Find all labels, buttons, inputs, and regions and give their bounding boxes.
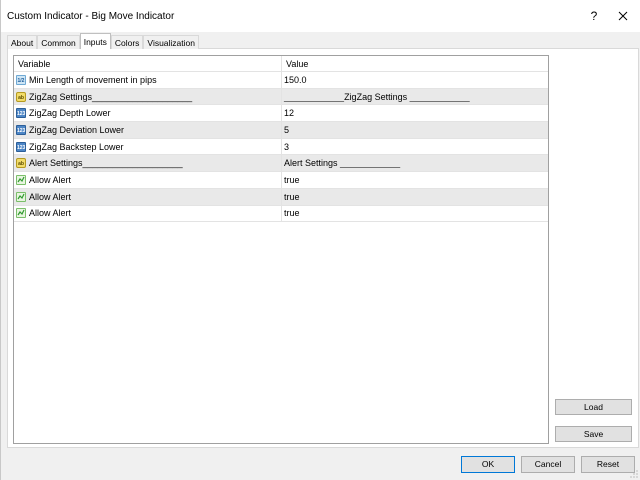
inputs-grid[interactable]: Variable Value 1/2 Min Length of movemen… <box>13 55 549 444</box>
string-icon: ab <box>16 158 26 169</box>
window-title: Custom Indicator - Big Move Indicator <box>7 11 175 22</box>
variable-value[interactable]: 150.0 <box>282 75 548 85</box>
help-button[interactable]: ? <box>585 6 603 26</box>
table-row[interactable]: 123 ZigZag Deviation Lower 5 <box>14 122 548 139</box>
table-row[interactable]: Allow Alert true <box>14 172 548 189</box>
table-row[interactable]: 123 ZigZag Backstep Lower 3 <box>14 138 548 156</box>
variable-value[interactable]: true <box>282 175 548 185</box>
tab-visualization[interactable]: Visualization <box>143 35 199 49</box>
tab-about[interactable]: About <box>7 35 38 49</box>
boolean-icon <box>16 208 26 219</box>
tab-inputs[interactable]: Inputs <box>79 33 111 49</box>
tab-bar: About Common Inputs Colors Visualization <box>7 33 199 49</box>
title-bar[interactable]: Custom Indicator - Big Move Indicator ? <box>1 0 640 32</box>
variable-value[interactable]: Alert Settings ____________ <box>282 158 548 168</box>
table-row[interactable]: 123 ZigZag Depth Lower 12 <box>14 105 548 123</box>
variable-name: ZigZag Settings____________________ <box>29 91 193 102</box>
boolean-icon <box>16 191 26 202</box>
save-button[interactable]: Save <box>555 426 632 442</box>
variable-name: ZigZag Depth Lower <box>29 108 111 119</box>
variable-name: Alert Settings____________________ <box>29 158 183 169</box>
close-icon <box>618 11 628 21</box>
variable-value[interactable]: true <box>282 192 548 202</box>
variable-value[interactable]: true <box>282 208 548 218</box>
variable-value[interactable]: 5 <box>282 125 548 135</box>
boolean-icon <box>16 174 26 185</box>
number-icon: 1/2 <box>16 74 26 85</box>
integer-icon: 123 <box>16 108 26 119</box>
variable-value[interactable]: ____________ZigZag Settings ____________ <box>282 92 548 102</box>
table-row[interactable]: Allow Alert true <box>14 205 548 223</box>
table-row[interactable]: 1/2 Min Length of movement in pips 150.0 <box>14 72 548 89</box>
integer-icon: 123 <box>16 124 26 135</box>
ok-button[interactable]: OK <box>461 456 515 473</box>
table-row[interactable]: ab ZigZag Settings____________________ _… <box>14 88 548 106</box>
table-row[interactable]: ab Alert Settings____________________ Al… <box>14 155 548 173</box>
column-header-value[interactable]: Value <box>282 59 548 69</box>
resize-grip-icon[interactable] <box>630 470 638 478</box>
integer-icon: 123 <box>16 141 26 152</box>
variable-name: ZigZag Backstep Lower <box>29 141 124 152</box>
tab-common[interactable]: Common <box>37 35 80 49</box>
grid-header-row: Variable Value <box>14 56 548 72</box>
reset-button[interactable]: Reset <box>581 456 635 473</box>
string-icon: ab <box>16 91 26 102</box>
variable-name: Min Length of movement in pips <box>29 74 157 85</box>
tab-colors[interactable]: Colors <box>110 35 144 49</box>
variable-name: Allow Alert <box>29 174 72 185</box>
dialog-window: Custom Indicator - Big Move Indicator ? … <box>0 0 640 480</box>
cancel-button[interactable]: Cancel <box>521 456 575 473</box>
variable-name: Allow Alert <box>29 208 72 219</box>
close-button[interactable] <box>613 6 633 26</box>
variable-name: ZigZag Deviation Lower <box>29 124 125 135</box>
table-row[interactable]: Allow Alert true <box>14 188 548 206</box>
variable-value[interactable]: 3 <box>282 142 548 152</box>
variable-name: Allow Alert <box>29 191 72 202</box>
variable-value[interactable]: 12 <box>282 108 548 118</box>
load-button[interactable]: Load <box>555 399 632 415</box>
column-header-variable[interactable]: Variable <box>14 56 282 71</box>
